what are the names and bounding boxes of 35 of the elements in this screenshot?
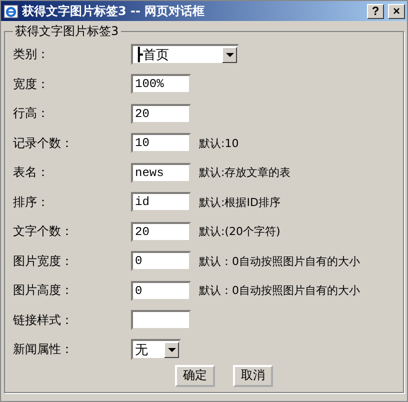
input-field[interactable]: 10 [131,133,191,154]
input-field[interactable]: news [131,162,191,183]
group-legend: 获得文字图片标签3 [13,23,121,40]
cancel-button[interactable]: 取消 [233,364,273,386]
dropdown[interactable]: 无 [131,339,181,360]
field-label: 链接样式： [13,312,74,329]
field-label: 新闻属性： [13,341,74,358]
dropdown[interactable]: ┣首页 [131,44,239,66]
field-label: 排序： [13,194,50,211]
hint-text: 默认:(20个字符) [199,224,280,240]
ok-button[interactable]: 确定 [175,364,215,386]
input-field[interactable]: 0 [131,280,191,301]
field-label: 图片宽度： [13,252,74,270]
input-field[interactable]: id [131,192,191,212]
browser-icon [3,3,19,19]
hint-text: 默认：0自动按照图片自有的大小 [199,254,360,269]
hint-text: 默认:存放文章的表 [199,165,291,180]
field-label: 记录个数： [13,134,74,152]
input-field[interactable]: 20 [131,104,191,124]
input-field[interactable]: 0 [131,251,191,272]
input-field[interactable]: 20 [131,222,191,242]
field-label: 图片高度： [13,282,74,300]
input-field[interactable] [131,310,191,330]
hint-text: 默认:根据ID排序 [199,194,280,210]
field-label: 文字个数： [13,223,74,240]
field-label: 类别： [13,46,50,64]
close-button[interactable]: × [388,4,405,18]
help-button[interactable]: ? [367,4,384,18]
field-label: 表名： [13,164,50,182]
hint-text: 默认:10 [199,136,239,151]
input-field[interactable]: 100% [131,74,191,94]
field-label: 宽度： [13,76,50,93]
field-label: 行高： [13,105,50,122]
hint-text: 默认：0自动按照图片自有的大小 [199,283,360,298]
window-title: 获得文字图片标签3 -- 网页对话框 [22,2,206,20]
